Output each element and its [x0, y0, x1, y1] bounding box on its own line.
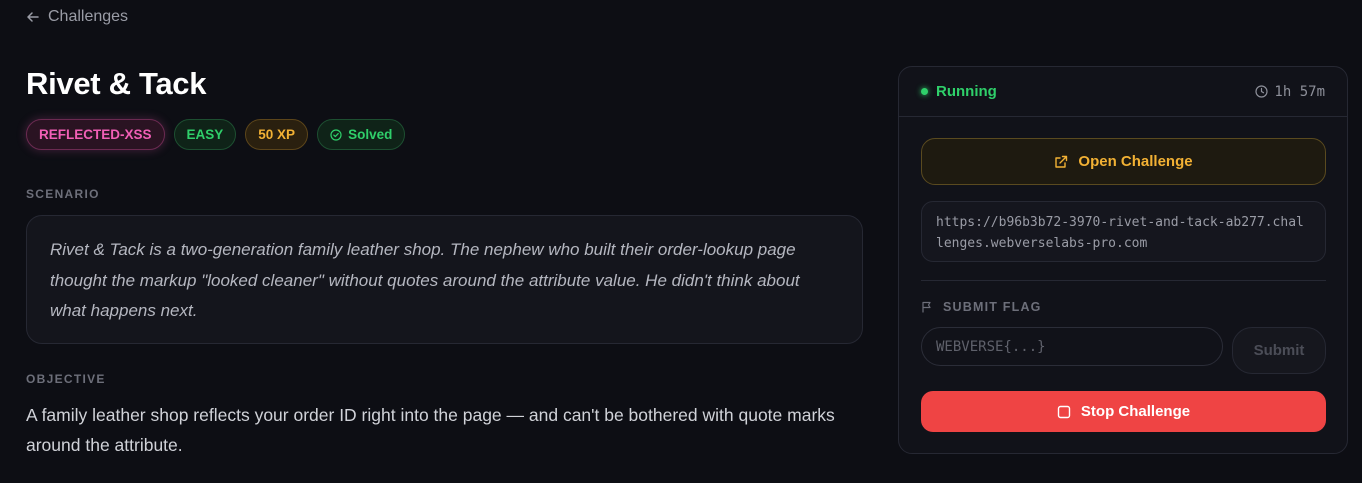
tag-list: REFLECTED-XSS EASY 50 XP Solved — [26, 119, 406, 150]
stop-challenge-label: Stop Challenge — [1080, 403, 1191, 420]
open-challenge-button[interactable]: Open Challenge — [921, 138, 1326, 185]
panel-header: Running 1h 57m — [899, 67, 1347, 117]
objective-text: A family leather shop reflects your orde… — [26, 405, 835, 455]
stop-challenge-button[interactable]: Stop Challenge — [921, 391, 1326, 432]
back-link[interactable]: Challenges — [26, 8, 128, 26]
open-challenge-label: Open Challenge — [1078, 153, 1193, 170]
divider — [921, 280, 1326, 281]
stop-square-icon — [1057, 405, 1071, 418]
submit-flag-button[interactable]: Submit — [1232, 327, 1326, 374]
arrow-left-icon — [27, 12, 39, 22]
clock-icon — [1255, 85, 1269, 98]
objective-heading: OBJECTIVE — [26, 372, 106, 386]
page-title: Rivet & Tack — [26, 66, 207, 101]
external-link-icon — [1055, 155, 1068, 168]
back-link-label: Challenges — [48, 8, 129, 25]
solved-badge: Solved — [317, 119, 406, 150]
status-indicator: Running — [921, 83, 997, 100]
xp-badge: 50 XP — [245, 119, 309, 150]
timer: 1h 57m — [1255, 84, 1325, 100]
category-badge: REFLECTED-XSS — [26, 119, 165, 150]
status-label: Running — [936, 83, 997, 100]
challenge-url[interactable]: https://b96b3b72-3970-rivet-and-tack-ab2… — [921, 201, 1326, 262]
scenario-heading: SCENARIO — [26, 187, 100, 201]
timer-value: 1h 57m — [1274, 83, 1325, 100]
scenario-text: Rivet & Tack is a two-generation family … — [26, 215, 863, 344]
solved-label: Solved — [348, 127, 393, 142]
flag-input[interactable] — [921, 327, 1223, 366]
challenge-control-panel: Running 1h 57m Open Challenge https://b9… — [898, 66, 1348, 454]
flag-icon — [922, 301, 931, 313]
difficulty-badge: EASY — [173, 119, 237, 150]
check-circle-icon — [330, 128, 342, 141]
submit-flag-heading: SUBMIT FLAG — [921, 300, 1042, 314]
submit-flag-label: SUBMIT FLAG — [943, 300, 1042, 314]
status-dot-icon — [921, 88, 928, 95]
